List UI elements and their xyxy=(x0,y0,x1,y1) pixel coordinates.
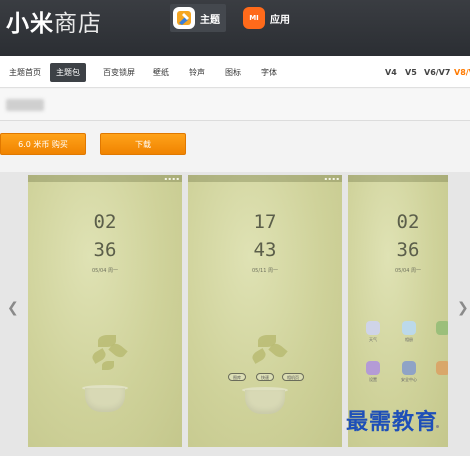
app-icon xyxy=(436,321,448,335)
mi-bag-icon: MI xyxy=(243,7,265,29)
chevron-left-icon[interactable]: ❮ xyxy=(7,300,19,316)
preview-screenshot[interactable]: ▪ ▪ ▪ ▪ 02 36 05/04 周一 xyxy=(28,175,182,447)
clock-hour: 02 xyxy=(396,211,420,233)
security-icon xyxy=(402,361,416,375)
tab-themes[interactable]: 主题 xyxy=(170,4,226,32)
lock-shortcut-camera: 相机页 xyxy=(282,373,304,381)
weather-icon xyxy=(366,321,380,335)
logo-main: 小米 xyxy=(6,11,54,37)
plant-illustration xyxy=(188,175,342,447)
nav-ringtones[interactable]: 铃声 xyxy=(183,63,211,82)
plant-illustration xyxy=(28,175,182,447)
download-button[interactable]: 下载 xyxy=(100,133,186,155)
version-v8[interactable]: V8/V xyxy=(454,63,470,82)
lock-shortcut-quick: 快速 xyxy=(256,373,274,381)
clock-minute: 36 xyxy=(396,239,420,261)
version-v5[interactable]: V5 xyxy=(405,63,417,82)
lock-shortcut-gallery: 图库 xyxy=(228,373,246,381)
app-icon xyxy=(436,361,448,375)
buy-button[interactable]: 6.0 米币 购买 xyxy=(0,133,86,155)
version-v4[interactable]: V4 xyxy=(385,63,397,82)
theme-detail-page: 小米商店 主题 MI 应用 主题首页 主题包 百变锁屏 壁纸 铃声 图标 字体 … xyxy=(0,0,470,456)
settings-icon xyxy=(366,361,380,375)
tab-apps[interactable]: MI 应用 xyxy=(240,4,296,32)
tab-apps-label: 应用 xyxy=(270,14,290,26)
nav-lockscreens[interactable]: 百变锁屏 xyxy=(97,63,141,82)
nav-fonts[interactable]: 字体 xyxy=(255,63,283,82)
logo-light: 商店 xyxy=(54,11,102,37)
nav-theme-packs[interactable]: 主题包 xyxy=(50,63,86,82)
clock-date: 05/04 周一 xyxy=(395,268,421,274)
store-logo[interactable]: 小米商店 xyxy=(6,4,102,38)
app-label: 安全中心 xyxy=(401,377,417,382)
paintbrush-icon xyxy=(173,7,195,29)
theme-title-blurred xyxy=(6,99,44,111)
category-nav: 主题首页 主题包 百变锁屏 壁纸 铃声 图标 字体 V4 V5 V6/V7 V8… xyxy=(0,56,470,88)
gallery-icon xyxy=(402,321,416,335)
tab-themes-label: 主题 xyxy=(200,14,220,26)
app-label: 设置 xyxy=(369,377,377,382)
preview-screenshot[interactable]: ▪ ▪ ▪ ▪ 17 43 05/11 周一 图库 快速 相机页 xyxy=(188,175,342,447)
app-label: 天气 xyxy=(369,337,377,342)
store-header: 小米商店 主题 MI 应用 xyxy=(0,0,470,56)
nav-icons[interactable]: 图标 xyxy=(219,63,247,82)
app-label: 相册 xyxy=(405,337,413,342)
nav-theme-home[interactable]: 主题首页 xyxy=(3,63,47,82)
theme-title-bar xyxy=(0,89,470,121)
nav-wallpapers[interactable]: 壁纸 xyxy=(147,63,175,82)
status-bar xyxy=(348,175,448,182)
chevron-right-icon[interactable]: ❯ xyxy=(457,300,469,316)
version-v6-v7[interactable]: V6/V7 xyxy=(424,63,450,82)
watermark-text: 最需教育 xyxy=(346,409,439,435)
